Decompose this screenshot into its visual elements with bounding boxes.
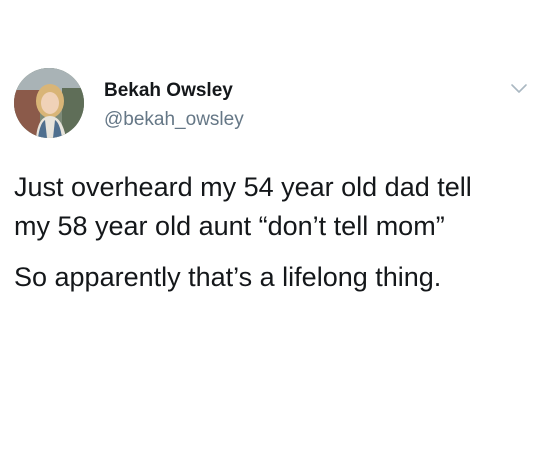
tweet-line-2: my 58 year old aunt “don’t tell mom” (14, 211, 445, 241)
tweet-options-button[interactable] (509, 82, 529, 96)
profile-photo-icon (14, 68, 84, 138)
avatar[interactable] (14, 68, 84, 138)
user-handle[interactable]: @bekah_owsley (104, 109, 244, 131)
tweet-paragraph-2: So apparently that’s a lifelong thing. (14, 262, 442, 292)
tweet-line-1: Just overheard my 54 year old dad tell (14, 172, 472, 202)
display-name[interactable]: Bekah Owsley (104, 80, 233, 102)
chevron-down-icon (511, 84, 527, 93)
tweet-text: Just overheard my 54 year old dad tell m… (14, 168, 534, 297)
tweet-card: Bekah Owsley @bekah_owsley Just overhear… (0, 0, 544, 450)
